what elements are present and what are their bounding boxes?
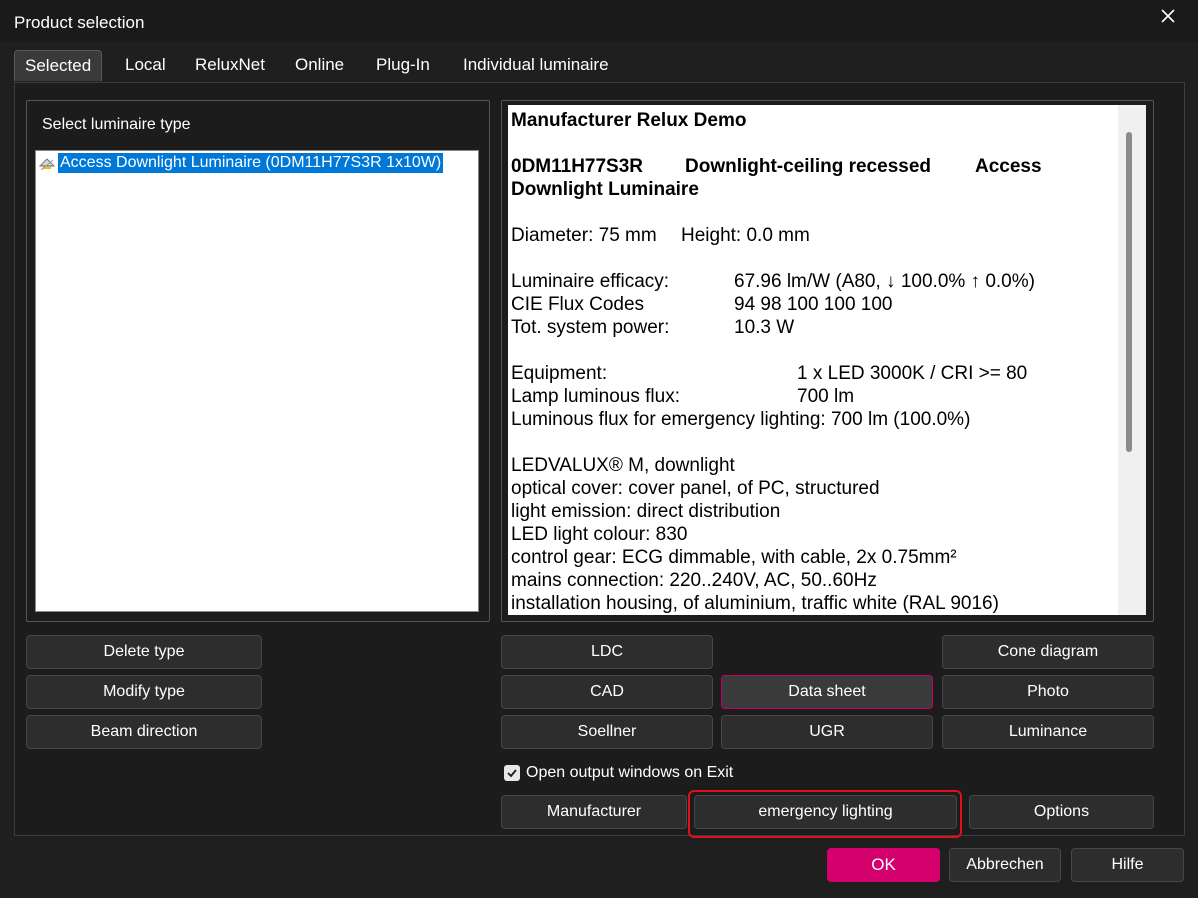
cancel-button[interactable]: Abbrechen <box>949 848 1061 882</box>
description-line: mains connection: 220..240V, AC, 50..60H… <box>511 570 877 591</box>
spec-value: 94 98 100 100 100 <box>734 294 893 315</box>
ok-button[interactable]: OK <box>827 848 940 882</box>
luminaire-type-list[interactable]: Access Downlight Luminaire (0DM11H77S3R … <box>35 150 479 612</box>
tab-reluxnet[interactable]: ReluxNet <box>185 50 275 80</box>
ugr-button[interactable]: UGR <box>721 715 933 749</box>
description-line: light emission: direct distribution <box>511 501 781 522</box>
manufacturer-line: Manufacturer Relux Demo <box>511 110 747 131</box>
help-button[interactable]: Hilfe <box>1071 848 1184 882</box>
photo-button[interactable]: Photo <box>942 675 1154 709</box>
select-luminaire-type-label: Select luminaire type <box>42 116 191 133</box>
description-line: LED light colour: 830 <box>511 524 688 545</box>
data-sheet-view[interactable]: Manufacturer Relux Demo 0DM11H77S3R Down… <box>508 105 1118 615</box>
checkbox-checked-icon[interactable] <box>504 765 520 781</box>
article-name-part2: Downlight Luminaire <box>511 179 699 200</box>
description-line: control gear: ECG dimmable, with cable, … <box>511 547 957 568</box>
spec-label: Luminaire efficacy: <box>511 271 670 292</box>
spec-value: 10.3 W <box>734 317 795 338</box>
delete-type-button[interactable]: Delete type <box>26 635 262 669</box>
description-line: LEDVALUX® M, downlight <box>511 455 735 476</box>
spec-label: Equipment: <box>511 363 608 384</box>
modify-type-button[interactable]: Modify type <box>26 675 262 709</box>
spec-row: Luminaire efficacy: 67.96 lm/W (A80, ↓ 1… <box>511 270 1115 293</box>
height-text: Height: 0.0 mm <box>681 225 810 246</box>
window-title: Product selection <box>14 13 145 32</box>
spec-label: Tot. system power: <box>511 317 670 338</box>
list-item[interactable]: Access Downlight Luminaire (0DM11H77S3R … <box>38 153 444 173</box>
tab-individual-luminaire[interactable]: Individual luminaire <box>453 50 619 80</box>
spec-label: CIE Flux Codes <box>511 294 645 315</box>
spec-label: Lamp luminous flux: <box>511 386 680 407</box>
cone-diagram-button[interactable]: Cone diagram <box>942 635 1154 669</box>
options-button[interactable]: Options <box>969 795 1154 829</box>
spec-value: 700 lm <box>797 386 855 407</box>
spec-row: Lamp luminous flux: 700 lm <box>511 385 1115 408</box>
article-line: 0DM11H77S3R Downlight-ceiling recessed A… <box>511 155 1115 178</box>
open-output-windows-checkbox[interactable]: Open output windows on Exit <box>504 764 733 782</box>
tab-local[interactable]: Local <box>115 50 176 80</box>
cad-button[interactable]: CAD <box>501 675 713 709</box>
dimensions-line: Diameter: 75 mm Height: 0.0 mm <box>511 224 1115 247</box>
data-sheet-scrollbar[interactable] <box>1118 105 1146 615</box>
list-item-label: Access Downlight Luminaire (0DM11H77S3R … <box>58 153 444 173</box>
emergency-lighting-highlight <box>688 790 962 838</box>
luminance-button[interactable]: Luminance <box>942 715 1154 749</box>
spec-row: Tot. system power: 10.3 W <box>511 316 1115 339</box>
article-name-part1: Access <box>975 156 1042 177</box>
article-type: Downlight-ceiling recessed <box>685 156 931 177</box>
luminaire-icon <box>38 158 56 171</box>
spec-value: 67.96 lm/W (A80, ↓ 100.0% ↑ 0.0%) <box>734 271 1035 292</box>
description-line: installation housing, of aluminium, traf… <box>511 593 999 614</box>
soellner-button[interactable]: Soellner <box>501 715 713 749</box>
spec-row: CIE Flux Codes 94 98 100 100 100 <box>511 293 1115 316</box>
tab-online[interactable]: Online <box>285 50 354 80</box>
diameter-text: Diameter: 75 mm <box>511 225 657 246</box>
tab-selected[interactable]: Selected <box>14 50 103 81</box>
ldc-button[interactable]: LDC <box>501 635 713 669</box>
emergency-flux-line: Luminous flux for emergency lighting: 70… <box>511 409 971 430</box>
beam-direction-button[interactable]: Beam direction <box>26 715 262 749</box>
checkbox-label: Open output windows on Exit <box>526 764 734 781</box>
scrollbar-thumb[interactable] <box>1126 132 1132 452</box>
spec-value: 1 x LED 3000K / CRI >= 80 <box>797 363 1028 384</box>
article-code: 0DM11H77S3R <box>511 156 644 177</box>
spec-row: Equipment: 1 x LED 3000K / CRI >= 80 <box>511 362 1115 385</box>
close-icon[interactable] <box>1150 2 1186 30</box>
description-line: optical cover: cover panel, of PC, struc… <box>511 478 880 499</box>
tab-plug-in[interactable]: Plug-In <box>366 50 440 80</box>
title-bar: Product selection <box>0 0 1198 42</box>
data-sheet-button[interactable]: Data sheet <box>721 675 933 709</box>
manufacturer-button[interactable]: Manufacturer <box>501 795 687 829</box>
